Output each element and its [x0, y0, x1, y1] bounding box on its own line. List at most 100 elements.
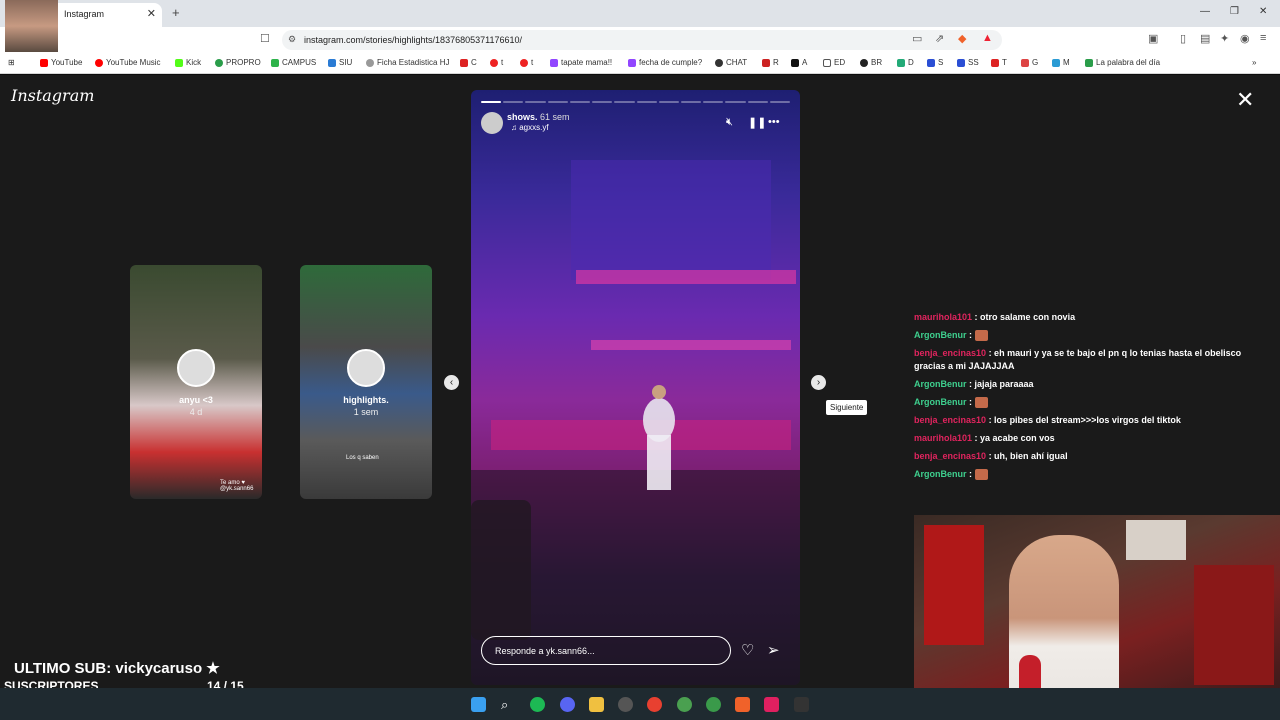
chrome-profile-icon[interactable]: [677, 697, 692, 712]
bookmark-br[interactable]: BR: [860, 58, 882, 67]
chat-text: : los pibes del stream>>>los virgos del …: [988, 415, 1181, 425]
story-card-highlights[interactable]: highlights. 1 sem Los q saben: [300, 265, 432, 499]
bookmark-r[interactable]: R: [762, 58, 779, 67]
bookmark-ficha[interactable]: Ficha Estadistica HJ: [366, 58, 449, 67]
sidebar-icon[interactable]: ▯: [1180, 32, 1186, 45]
chat-text: :: [969, 330, 973, 340]
address-bar[interactable]: ⚙ instagram.com/stories/highlights/18376…: [282, 30, 1002, 50]
file-explorer-icon[interactable]: [589, 697, 604, 712]
chat-text: : ya acabe con vos: [974, 433, 1055, 443]
bookmark-palabra[interactable]: La palabra del día: [1085, 58, 1160, 67]
next-tooltip: Siguiente: [826, 400, 868, 415]
start-icon[interactable]: [471, 697, 486, 712]
leo-ai-icon[interactable]: ✦: [1220, 32, 1229, 45]
bookmark-d[interactable]: D: [897, 58, 914, 67]
bookmark-g[interactable]: G: [1021, 58, 1038, 67]
bookmark-youtube-music[interactable]: YouTube Music: [95, 58, 161, 67]
minimize-icon[interactable]: —: [1200, 6, 1210, 17]
reply-input[interactable]: Responde a yk.sann66...: [481, 636, 731, 665]
bookmark-t1[interactable]: t: [490, 58, 503, 67]
chrome-icon[interactable]: [647, 697, 662, 712]
close-icon[interactable]: ✕: [1236, 89, 1254, 111]
maximize-icon[interactable]: ❐: [1230, 6, 1239, 17]
chat-emote-icon: [974, 469, 988, 481]
chat-username: maurihola101: [914, 312, 973, 322]
chat-username: benja_encinas10: [914, 348, 987, 358]
apps-icon[interactable]: ⊞: [8, 58, 15, 67]
tab-close-icon[interactable]: ✕: [147, 7, 156, 20]
chat-text: :: [969, 469, 973, 479]
bookmark-campus[interactable]: CAMPUS: [271, 58, 316, 67]
chrome-profile-2-icon[interactable]: [706, 697, 721, 712]
chat-text: : jajaja paraaaa: [969, 379, 1034, 389]
share-icon[interactable]: ⇗: [935, 32, 944, 45]
bookmark-kick[interactable]: Kick: [175, 58, 201, 67]
vpn-icon[interactable]: ◉: [1240, 32, 1250, 45]
bookmark-ss[interactable]: SS: [957, 58, 979, 67]
browser-toolbar: ☐ ⚙ instagram.com/stories/highlights/183…: [0, 27, 1280, 53]
previous-story-button[interactable]: ‹: [444, 375, 459, 390]
chat-username: ArgonBenur: [914, 397, 967, 407]
top-webcam-overlay: [5, 0, 58, 52]
avatar: [347, 349, 385, 387]
menu-icon[interactable]: ≡: [1260, 32, 1266, 44]
bookmark-icon[interactable]: ☐: [260, 32, 270, 45]
new-tab-icon[interactable]: +: [172, 5, 180, 20]
heart-icon[interactable]: ♡: [741, 641, 754, 659]
chat-username: benja_encinas10: [914, 451, 987, 461]
bookmark-youtube[interactable]: YouTube: [40, 58, 82, 67]
chat-username: ArgonBenur: [914, 469, 967, 479]
brave-icon[interactable]: [735, 697, 750, 712]
bookmark-s[interactable]: S: [927, 58, 943, 67]
bookmark-siu[interactable]: SIU: [328, 58, 352, 67]
brave-shield-icon[interactable]: ◆: [958, 32, 966, 45]
bookmark-m[interactable]: M: [1052, 58, 1070, 67]
chat-message: maurihola101 : ya acabe con vos: [914, 432, 1270, 445]
card-age: 4 d: [189, 407, 203, 417]
last-sub-label: ULTIMO SUB: vickycaruso ★: [14, 660, 220, 677]
story-card-anyu[interactable]: anyu <3 4 d Te amo ♥ @yk.sann66: [130, 265, 262, 499]
bookmark-chat[interactable]: CHAT: [715, 58, 747, 67]
chat-message: maurihola101 : otro salame con novia: [914, 311, 1270, 324]
search-icon[interactable]: ⌕: [501, 697, 516, 712]
browser-tab-instagram[interactable]: Instagram ✕: [50, 3, 162, 27]
bookmark-t2[interactable]: t: [520, 58, 533, 67]
more-bookmarks-icon[interactable]: »: [1252, 58, 1256, 67]
site-info-icon[interactable]: ⚙: [288, 34, 296, 45]
card-name: anyu <3: [179, 395, 213, 405]
tiktok-icon[interactable]: [764, 697, 779, 712]
obs-icon[interactable]: [618, 697, 633, 712]
next-story-button[interactable]: ›: [811, 375, 826, 390]
chat-emote-icon: [974, 330, 988, 342]
bookmark-fecha[interactable]: fecha de cumple?: [628, 58, 702, 67]
bookmark-c[interactable]: C: [460, 58, 477, 67]
bookmark-a[interactable]: A: [791, 58, 807, 67]
chat-emote-icon: [974, 397, 988, 409]
bookmark-ed[interactable]: ED: [823, 58, 845, 67]
active-story[interactable]: shows. 61 sem ♫ agxxs.yf 🔇︎ ❚❚ ••• Respo…: [471, 90, 800, 685]
wallet-icon[interactable]: ▤: [1200, 32, 1210, 45]
send-icon[interactable]: ➢: [767, 641, 780, 659]
instagram-logo[interactable]: Instagram: [11, 86, 94, 105]
browser-tab-bar: Instagram ✕ + — ❐ ✕: [0, 0, 1280, 27]
rewards-icon[interactable]: ▲: [982, 32, 993, 44]
chat-message: ArgonBenur :: [914, 468, 1270, 481]
url-text: instagram.com/stories/highlights/1837680…: [304, 35, 522, 45]
chat-message: ArgonBenur : jajaja paraaaa: [914, 378, 1270, 391]
tab-search-icon[interactable]: ▣: [1148, 32, 1158, 45]
concert-stage-image: [471, 160, 800, 685]
bookmarks-bar: ⊞ YouTube YouTube Music Kick PROPRO CAMP…: [0, 53, 1280, 74]
chat-message: benja_encinas10 : los pibes del stream>>…: [914, 414, 1270, 427]
window-close-icon[interactable]: ✕: [1259, 6, 1267, 17]
chat-message: benja_encinas10 : uh, bien ahí igual: [914, 450, 1270, 463]
tab-title: Instagram: [64, 9, 105, 19]
bookmark-propro[interactable]: PROPRO: [215, 58, 261, 67]
epic-games-icon[interactable]: [794, 697, 809, 712]
bookmark-tapate[interactable]: tapate mama!!: [550, 58, 612, 67]
discord-icon[interactable]: [560, 697, 575, 712]
bookmark-t3[interactable]: T: [991, 58, 1007, 67]
chat-message: benja_encinas10 : eh mauri y ya se te ba…: [914, 347, 1270, 373]
cast-icon[interactable]: ▭: [912, 32, 922, 45]
chat-username: maurihola101: [914, 433, 973, 443]
spotify-icon[interactable]: [530, 697, 545, 712]
